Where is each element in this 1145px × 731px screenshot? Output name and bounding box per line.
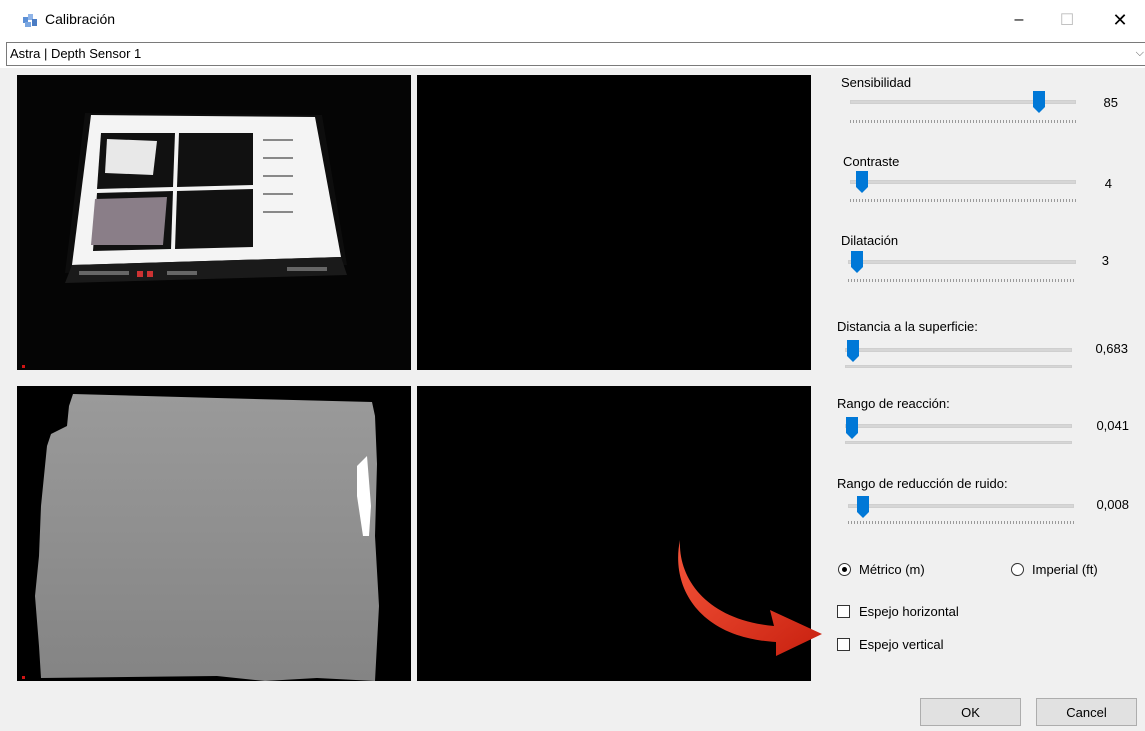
mirror-horizontal-checkbox[interactable]: Espejo horizontal [837,604,959,619]
depth-map-image [17,386,411,681]
cancel-button[interactable]: Cancel [1036,698,1137,726]
depth-camera-preview [17,386,411,681]
dilatacion-label: Dilatación [841,233,899,248]
rango-reaccion-rail [845,441,1072,444]
chevron-down-icon: ⌵ [1135,47,1144,59]
red-curved-arrow-icon [666,538,826,658]
device-dropdown[interactable]: Astra | Depth Sensor 1 ⌵ [6,42,1145,66]
dialog-body: Sensibilidad 85 Contraste 4 Dilatación 3… [0,68,1145,731]
sensibilidad-ticks [850,120,1076,123]
color-camera-preview [17,75,411,370]
reduccion-ruido-value: 0,008 [1096,497,1129,512]
reduccion-ruido-track[interactable] [848,504,1074,508]
ok-button[interactable]: OK [920,698,1021,726]
tracking-point-marker [22,676,25,679]
contraste-track[interactable] [850,180,1076,184]
title-bar: Calibración – ☐ ✕ [0,0,1145,40]
contraste-label: Contraste [843,154,900,169]
mirror-vertical-checkbox[interactable]: Espejo vertical [837,637,944,652]
dilatacion-thumb[interactable] [851,251,863,273]
mirror-vertical-label: Espejo vertical [859,637,944,652]
dilatacion-value: 3 [1101,253,1109,268]
imperial-radio-label: Imperial (ft) [1032,562,1098,577]
rango-reaccion-value: 0,041 [1096,418,1129,433]
rango-reaccion-track[interactable] [845,424,1072,428]
window-title: Calibración [45,11,116,27]
reduccion-ruido-thumb[interactable] [857,496,869,518]
contraste-ticks [850,199,1076,202]
mirror-horizontal-label: Espejo horizontal [859,604,959,619]
sensibilidad-label: Sensibilidad [841,75,912,90]
minimize-button[interactable]: – [996,0,1042,40]
rango-reaccion-label: Rango de reacción: [837,396,950,411]
reduccion-ruido-label: Rango de reducción de ruido: [837,476,1008,491]
reduccion-ruido-ticks [848,521,1074,524]
imperial-radio-indicator[interactable] [1011,563,1024,576]
sensibilidad-thumb[interactable] [1033,91,1045,113]
distancia-value: 0,683 [1095,341,1128,356]
distancia-thumb[interactable] [847,340,859,362]
metric-radio-indicator[interactable] [838,563,851,576]
contraste-value: 4 [1104,176,1112,191]
metric-radio-label: Métrico (m) [859,562,925,577]
mirror-vertical-box[interactable] [837,638,850,651]
distancia-track[interactable] [845,348,1072,352]
sensibilidad-value: 85 [1103,95,1118,110]
mirror-horizontal-box[interactable] [837,605,850,618]
contraste-thumb[interactable] [856,171,868,193]
device-dropdown-value: Astra | Depth Sensor 1 [10,46,142,61]
imperial-radio[interactable]: Imperial (ft) [1011,562,1098,577]
distancia-label: Distancia a la superficie: [837,319,978,334]
distancia-rail [845,365,1072,368]
close-button[interactable]: ✕ [1097,0,1143,40]
color-camera-image [17,75,411,370]
dilatacion-track[interactable] [848,260,1076,264]
tracking-point-marker [22,365,25,368]
output-preview-top [417,75,811,370]
metric-radio[interactable]: Métrico (m) [838,562,925,577]
calibration-app-icon [22,12,38,28]
rango-reaccion-thumb[interactable] [846,417,858,439]
dilatacion-ticks [848,279,1076,282]
maximize-button[interactable]: ☐ [1044,0,1090,40]
